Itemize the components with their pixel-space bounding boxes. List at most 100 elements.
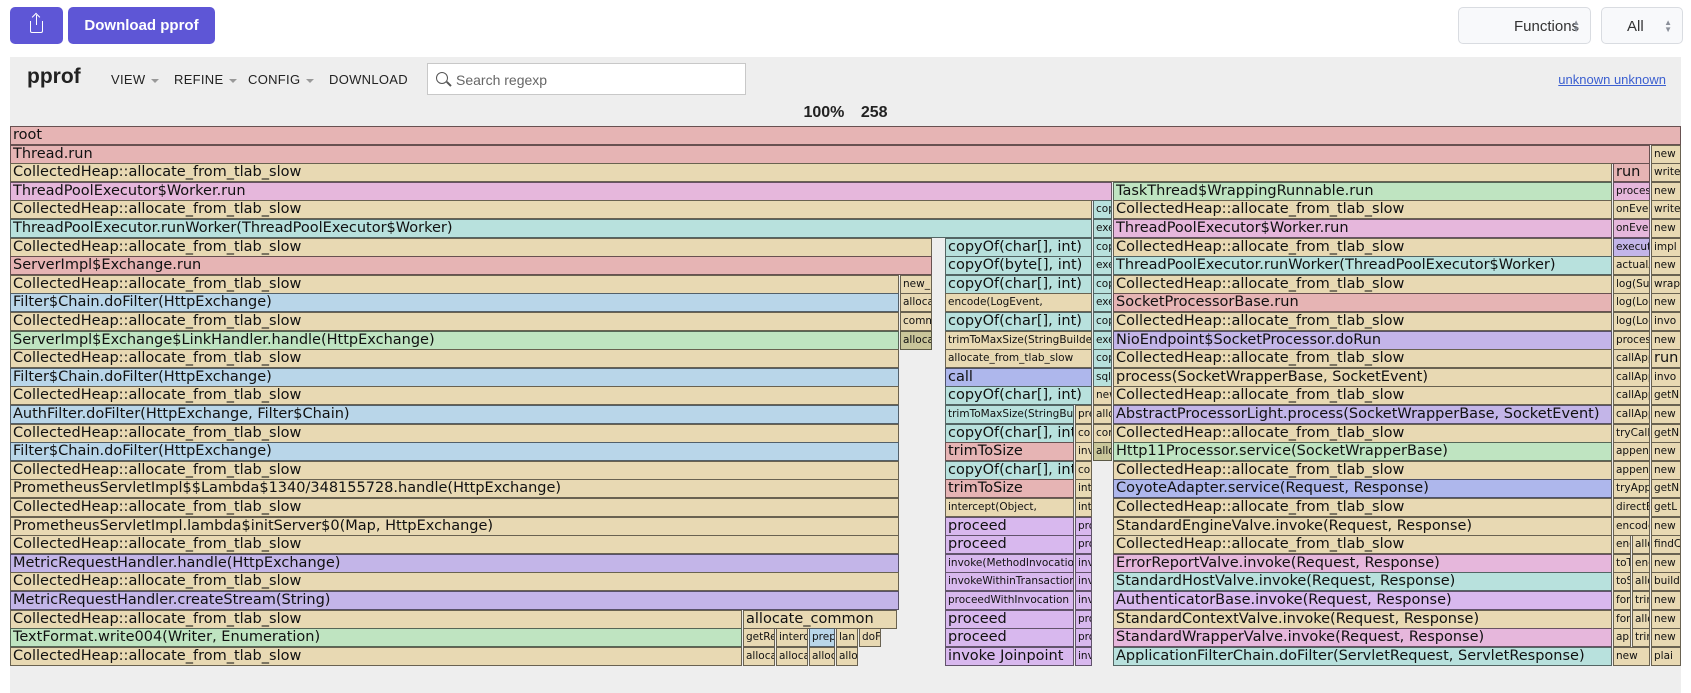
flame-frame[interactable]: process (1613, 181, 1650, 201)
flame-frame[interactable]: exe (1093, 330, 1112, 350)
flame-frame[interactable]: inv (1075, 572, 1092, 592)
flame-frame[interactable]: log(Supplier) (1613, 274, 1650, 294)
flame-frame[interactable]: interc (776, 628, 808, 648)
flame-frame[interactable]: onEvent (1613, 219, 1650, 238)
flame-frame[interactable]: lan (836, 628, 858, 648)
flame-frame[interactable]: CollectedHeap::allocate_from_tlab_slow (1113, 312, 1612, 331)
flame-frame[interactable]: actualAppend (1613, 256, 1650, 276)
flame-frame[interactable]: callAppender (1613, 349, 1650, 369)
flame-frame[interactable]: toText (1613, 553, 1631, 573)
flame-frame[interactable]: new (1651, 442, 1681, 462)
flame-frame[interactable]: CollectedHeap::allocate_from_tlab_slow (10, 609, 742, 629)
download-pprof-button[interactable]: Download pprof (68, 7, 215, 44)
flame-frame[interactable]: new (1651, 591, 1681, 610)
flame-frame[interactable]: proceed (945, 516, 1074, 536)
flame-frame[interactable]: StandardHostValve.invoke(Request, Respon… (1113, 572, 1612, 592)
flame-frame[interactable]: CollectedHeap::allocate_from_tlab_slow (10, 163, 1612, 183)
flame-frame[interactable]: trimToMaxSize(StringBuilder) (945, 330, 1092, 350)
flame-frame[interactable]: log(Logger) (1613, 293, 1650, 313)
flame-frame[interactable]: CoyoteAdapter.service(Request, Response) (1113, 479, 1612, 499)
flame-frame[interactable]: build (1651, 572, 1681, 592)
flame-frame[interactable]: CollectedHeap::allocate_from_tlab_slow (1113, 237, 1612, 257)
flame-frame[interactable]: append (1613, 442, 1650, 462)
flame-frame[interactable]: new (1651, 330, 1681, 350)
flame-frame[interactable]: root (10, 126, 1681, 145)
flame-frame[interactable]: CollectedHeap::allocate_from_tlab_slow (1113, 498, 1612, 517)
flame-frame[interactable]: StandardWrapperValve.invoke(Request, Res… (1113, 628, 1612, 648)
flame-frame[interactable]: trimToSize (945, 479, 1074, 499)
flame-frame[interactable]: callAppender (1613, 386, 1650, 406)
flame-frame[interactable]: CollectedHeap::allocate_from_tlab_slow (1113, 200, 1612, 220)
flame-frame[interactable]: new (1651, 144, 1681, 164)
flame-frame[interactable]: log(Logger) (1613, 312, 1650, 331)
flame-frame[interactable]: execute (1613, 237, 1650, 257)
flame-frame[interactable]: copyOf(char[], int) (945, 423, 1074, 443)
flame-frame[interactable]: CollectedHeap::allocate_from_tlab_slow (1113, 349, 1612, 369)
flame-frame[interactable]: ThreadPoolExecutor.runWorker(ThreadPoolE… (10, 219, 1092, 238)
flame-frame[interactable]: pro (1075, 628, 1092, 648)
flame-frame[interactable]: app (1613, 628, 1631, 648)
flame-frame[interactable]: CollectedHeap::allocate_from_tlab_slow (1113, 423, 1612, 443)
flame-frame[interactable]: copyOf(byte[], int) (945, 256, 1092, 276)
flame-frame[interactable]: invokeWithinTransaction (945, 572, 1074, 592)
flame-frame[interactable]: ServerImpl$Exchange.run (10, 256, 932, 276)
flame-frame[interactable]: NioEndpoint$SocketProcessor.doRun (1113, 330, 1612, 350)
flame-frame[interactable]: encode(LogEvent, (945, 293, 1092, 313)
flame-frame[interactable]: getN (1651, 386, 1681, 406)
flame-frame[interactable]: alloca (809, 646, 835, 666)
flame-frame[interactable]: format (1613, 591, 1631, 610)
flame-frame[interactable]: ThreadPoolExecutor.runWorker(ThreadPoolE… (1113, 256, 1612, 276)
flame-frame[interactable]: prep (809, 628, 835, 648)
flame-frame[interactable]: encode (1613, 516, 1650, 536)
flame-frame[interactable]: impl (1651, 237, 1681, 257)
flame-frame[interactable]: AbstractProcessorLight.process(SocketWra… (1113, 405, 1612, 424)
flame-frame[interactable]: Filter$Chain.doFilter(HttpExchange) (10, 442, 899, 462)
flame-frame[interactable]: callAppender (1613, 367, 1650, 387)
flame-frame[interactable]: call (945, 367, 1092, 387)
flame-frame[interactable]: CollectedHeap::allocate_from_tlab_slow (10, 386, 899, 406)
menu-refine[interactable]: REFINE (174, 72, 238, 87)
flame-frame[interactable]: enc (1632, 553, 1650, 573)
flame-frame[interactable]: CollectedHeap::allocate_from_tlab_slow (10, 460, 899, 480)
flame-frame[interactable]: trimToMaxSize(StringBuilder) (945, 405, 1074, 424)
view-type-select[interactable]: Functions ▲ ▼ (1458, 7, 1591, 44)
flame-frame[interactable]: allo (1093, 442, 1112, 462)
flame-frame[interactable]: allo (1632, 572, 1650, 592)
flame-frame[interactable]: TextFormat.write004(Writer, Enumeration) (10, 628, 742, 648)
flame-frame[interactable]: run (1613, 163, 1650, 183)
flame-frame[interactable]: process(SocketWrapperBase, SocketEvent) (1113, 367, 1612, 387)
flame-frame[interactable]: inte (1075, 479, 1092, 499)
flame-frame[interactable]: trimToSize (945, 442, 1074, 462)
flame-frame[interactable]: allocate (900, 330, 932, 350)
flame-frame[interactable]: allocate_from_tlab_slow (945, 349, 1092, 369)
flame-frame[interactable]: process (1613, 330, 1650, 350)
flame-frame[interactable]: proceed (945, 535, 1074, 555)
flame-frame[interactable]: cop (1093, 200, 1112, 220)
flame-frame[interactable]: exe (1093, 256, 1112, 276)
flame-frame[interactable]: cop (1093, 349, 1112, 369)
flame-frame[interactable]: SocketProcessorBase.run (1113, 293, 1612, 313)
flame-frame[interactable]: plai (1651, 646, 1681, 666)
flame-frame[interactable]: allocate_common (743, 609, 897, 629)
flame-frame[interactable]: StandardEngineValve.invoke(Request, Resp… (1113, 516, 1612, 536)
user-link[interactable]: unknown unknown (1558, 72, 1666, 87)
flame-frame[interactable]: trim (1632, 628, 1650, 648)
flame-frame[interactable]: new (1651, 516, 1681, 536)
share-button[interactable] (10, 7, 63, 44)
flame-frame[interactable]: allo (1093, 405, 1112, 424)
flame-frame[interactable]: new (1651, 256, 1681, 276)
flame-frame[interactable]: StandardContextValve.invoke(Request, Res… (1113, 609, 1612, 629)
flame-frame[interactable]: new (1613, 646, 1650, 666)
flame-frame[interactable]: exe (1093, 219, 1112, 238)
flame-frame[interactable]: doF (859, 628, 881, 648)
flame-frame[interactable]: getL (1651, 498, 1681, 517)
flame-frame[interactable]: com (1093, 423, 1112, 443)
flame-frame[interactable]: toString (1613, 572, 1631, 592)
flame-frame[interactable]: proceed (945, 609, 1074, 629)
flame-frame[interactable]: enc (1613, 535, 1631, 555)
flame-frame[interactable]: cop (1093, 312, 1112, 331)
flame-frame[interactable]: Http11Processor.service(SocketWrapperBas… (1113, 442, 1612, 462)
flame-frame[interactable]: write (1651, 163, 1681, 183)
flame-frame[interactable]: alloca (776, 646, 808, 666)
menu-download[interactable]: DOWNLOAD (329, 72, 408, 87)
